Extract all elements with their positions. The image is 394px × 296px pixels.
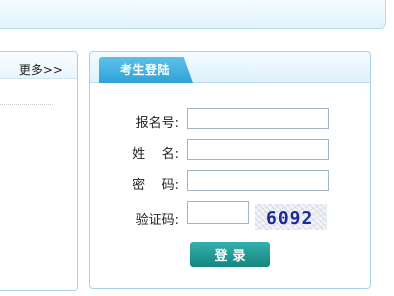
top-banner (0, 0, 386, 29)
more-link[interactable]: 更多>> (19, 61, 63, 78)
captcha-label: 验证码: (135, 213, 179, 228)
name-label: 姓 名: (132, 147, 179, 162)
form-row-captcha: 验证码: 6092 (90, 201, 370, 233)
login-button[interactable]: 登录 (190, 242, 270, 267)
captcha-text: 6092 (266, 208, 314, 229)
password-label: 密 码: (132, 178, 179, 193)
form-row-password: 密 码: (90, 170, 370, 194)
captcha-image[interactable]: 6092 (255, 204, 327, 230)
news-divider (0, 104, 53, 105)
form-row-name: 姓 名: (90, 139, 370, 163)
captcha-input[interactable] (187, 201, 249, 224)
form-row-registration-number: 报名号: (90, 108, 370, 132)
news-panel-header: 更多>> (0, 52, 77, 79)
login-panel-header: 考生登陆 (90, 52, 370, 83)
password-input[interactable] (187, 170, 329, 191)
name-input[interactable] (187, 139, 329, 160)
registration-number-input[interactable] (187, 108, 329, 129)
login-panel: 考生登陆 报名号: 姓 名: 密 码: 验证码: 6092 登录 (89, 51, 371, 289)
news-panel: 更多>> (0, 51, 78, 291)
registration-number-label: 报名号: (135, 116, 179, 131)
login-tab[interactable]: 考生登陆 (99, 57, 193, 83)
